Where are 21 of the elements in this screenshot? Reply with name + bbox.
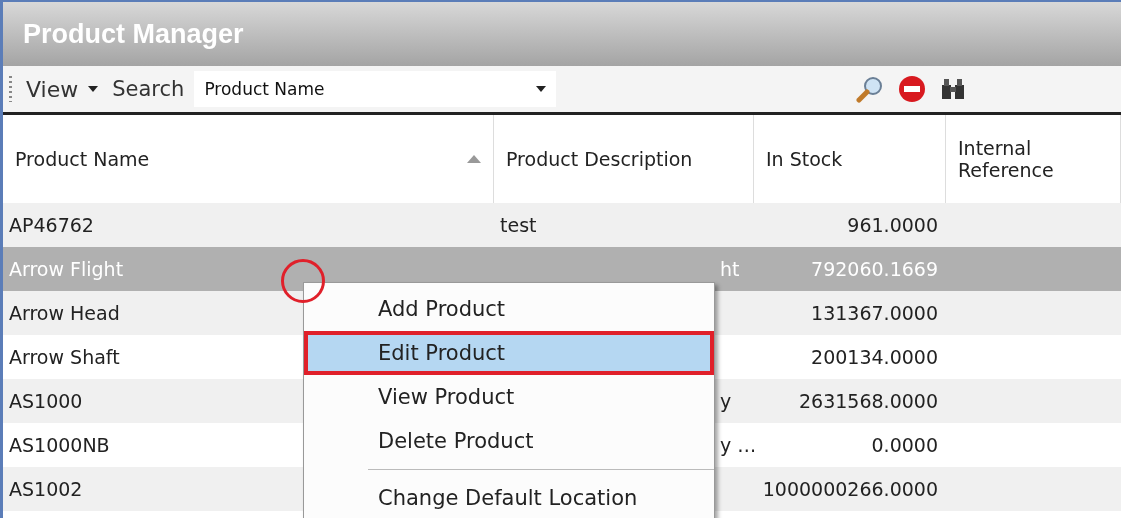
binoculars-icon[interactable] bbox=[940, 77, 967, 101]
grip-icon bbox=[9, 76, 12, 102]
caret-icon bbox=[536, 86, 547, 92]
table-cell: 1000000266.0000 bbox=[754, 467, 946, 511]
window-title: Product Manager bbox=[23, 18, 244, 50]
table-cell: Arrow Flight bbox=[3, 247, 494, 291]
table-cell: 2631568.0000 bbox=[754, 379, 946, 423]
table-cell: test bbox=[494, 203, 754, 247]
menu-item[interactable]: Edit Product bbox=[304, 331, 714, 375]
table-cell: 131367.0000 bbox=[754, 291, 946, 335]
table-cell: 792060.1669 bbox=[754, 247, 946, 291]
no-entry-icon[interactable] bbox=[898, 75, 927, 103]
view-dropdown[interactable]: View bbox=[22, 76, 103, 102]
table-cell: AP46762 bbox=[3, 203, 494, 247]
magnifier-icon[interactable] bbox=[856, 75, 885, 103]
sort-arrow-icon bbox=[467, 155, 481, 163]
search-field[interactable]: Product Name bbox=[194, 71, 557, 107]
highlight-circle bbox=[281, 259, 325, 303]
search-label: Search bbox=[112, 77, 185, 101]
table-cell: 961.0000 bbox=[754, 203, 946, 247]
caret-icon bbox=[88, 86, 99, 92]
